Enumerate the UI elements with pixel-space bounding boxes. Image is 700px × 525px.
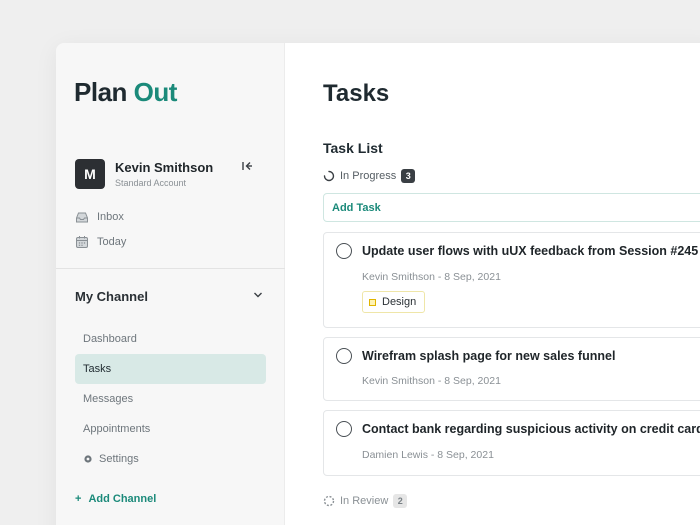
task-tag[interactable]: Design <box>362 291 426 313</box>
quick-link-today[interactable]: Today <box>75 233 126 251</box>
logo-part-plan: Plan <box>74 77 127 107</box>
profile[interactable]: M Kevin Smithson Standard Account <box>75 159 267 191</box>
add-channel-button[interactable]: + Add Channel <box>75 493 156 505</box>
sidebar-item-appointments[interactable]: Appointments <box>75 414 266 444</box>
sidebar-item-tasks[interactable]: Tasks <box>75 354 266 384</box>
status-count-badge: 2 <box>393 494 408 508</box>
avatar: M <box>75 159 105 189</box>
task-title: Wirefram splash page for new sales funne… <box>362 349 616 363</box>
task-checkbox[interactable] <box>336 421 352 437</box>
in-review-icon <box>323 495 335 507</box>
sidebar: Plan Out M Kevin Smithson Standard Accou… <box>56 43 285 525</box>
task-checkbox[interactable] <box>336 243 352 259</box>
quick-link-label: Inbox <box>97 211 124 223</box>
status-group-in-progress[interactable]: In Progress 3 <box>323 169 416 183</box>
tag-color-swatch <box>369 298 376 306</box>
task-checkbox[interactable] <box>336 348 352 364</box>
calendar-icon <box>76 236 88 248</box>
sidebar-item-settings[interactable]: Settings <box>75 444 266 474</box>
profile-account-type: Standard Account <box>115 178 187 188</box>
tag-label: Design <box>382 296 417 308</box>
task-title: Contact bank regarding suspicious activi… <box>362 422 700 436</box>
app-window: Plan Out M Kevin Smithson Standard Accou… <box>56 43 700 525</box>
status-label: In Review <box>340 495 389 507</box>
status-label: In Progress <box>340 170 397 182</box>
channel-title: My Channel <box>75 289 148 304</box>
task-meta: Damien Lewis - 8 Sep, 2021 <box>362 449 494 461</box>
task-meta: Kevin Smithson - 8 Sep, 2021 <box>362 271 501 283</box>
sidebar-item-messages[interactable]: Messages <box>75 384 266 414</box>
task-card[interactable]: Wirefram splash page for new sales funne… <box>323 337 700 401</box>
quick-link-label: Today <box>97 236 127 248</box>
add-channel-label: Add Channel <box>88 493 157 505</box>
sidebar-item-label: Settings <box>99 453 139 465</box>
page-title: Tasks <box>323 80 390 107</box>
channel-header[interactable]: My Channel <box>75 289 267 305</box>
main-content: Tasks Task List In Progress 3 Add Task U… <box>285 43 700 525</box>
sidebar-item-dashboard[interactable]: Dashboard <box>75 324 266 354</box>
sidebar-item-label: Dashboard <box>83 333 137 345</box>
quick-link-inbox[interactable]: Inbox <box>75 208 124 226</box>
sidebar-item-label: Appointments <box>83 423 151 435</box>
gear-icon <box>84 455 92 463</box>
sidebar-divider <box>56 268 285 269</box>
sidebar-item-label: Tasks <box>83 363 112 375</box>
task-list-title: Task List <box>323 140 383 156</box>
app-logo[interactable]: Plan Out <box>74 77 177 108</box>
task-meta: Kevin Smithson - 8 Sep, 2021 <box>362 375 501 387</box>
logo-part-out: Out <box>133 77 178 107</box>
in-progress-icon <box>323 170 335 182</box>
plus-icon: + <box>75 493 82 505</box>
profile-name: Kevin Smithson <box>115 160 214 175</box>
sidebar-item-label: Messages <box>83 393 134 405</box>
task-card[interactable]: Contact bank regarding suspicious activi… <box>323 410 700 476</box>
status-count-badge: 3 <box>401 169 416 183</box>
task-title: Update user flows with uUX feedback from… <box>362 244 699 258</box>
chevron-down-icon[interactable] <box>252 289 264 301</box>
inbox-icon <box>76 212 88 223</box>
add-task-button[interactable]: Add Task <box>323 193 700 222</box>
collapse-sidebar-icon[interactable] <box>240 159 254 173</box>
task-card[interactable]: Update user flows with uUX feedback from… <box>323 232 700 328</box>
status-group-in-review[interactable]: In Review 2 <box>323 494 408 508</box>
